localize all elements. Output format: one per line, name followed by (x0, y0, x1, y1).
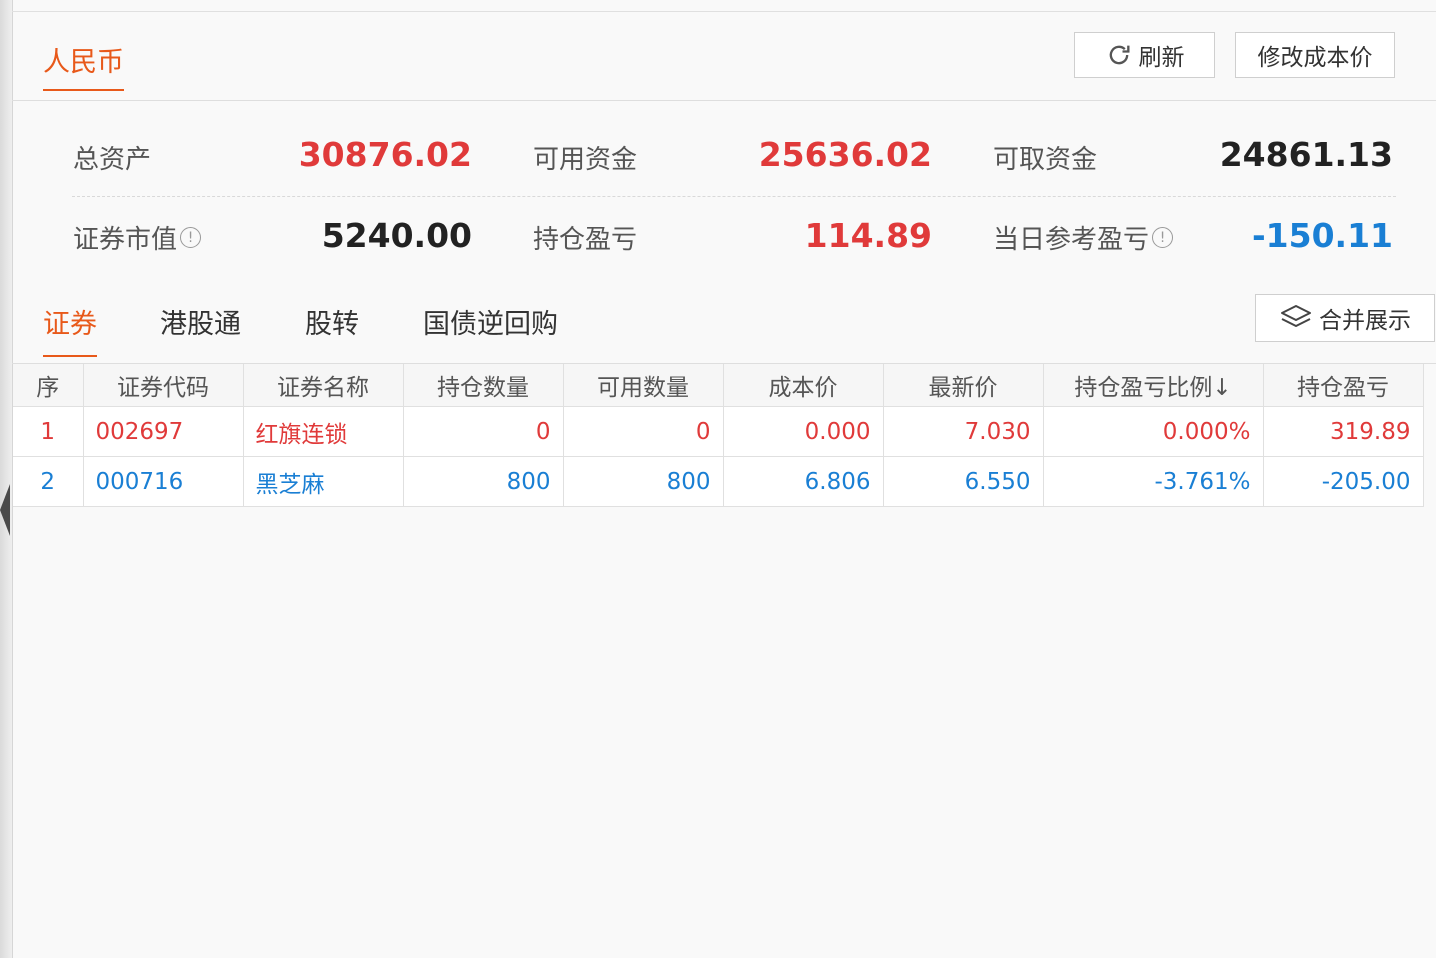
daily-pl-value: -150.11 (1251, 216, 1393, 255)
market-value-value: 5240.00 (321, 216, 472, 255)
cell-code: 002697 (83, 406, 244, 457)
daily-pl-label-text: 当日参考盈亏 (993, 225, 1150, 255)
col-header-pl[interactable]: 持仓盈亏 (1263, 364, 1424, 407)
withdrawable-funds-label: 可取资金 (993, 145, 1098, 175)
tab-securities[interactable]: 证券 (43, 302, 97, 357)
collapse-arrow-icon[interactable] (0, 484, 10, 536)
available-funds-label: 可用资金 (533, 145, 638, 175)
refresh-icon (1109, 45, 1129, 65)
refresh-label: 刷新 (1138, 45, 1185, 71)
cell-seq: 1 (13, 406, 84, 457)
position-pl-value: 114.89 (804, 216, 932, 255)
cell-pl-pct: -3.761% (1043, 456, 1264, 507)
cell-avail: 0 (563, 406, 724, 457)
cell-code: 000716 (83, 456, 244, 507)
holdings-table: 序 证券代码 证券名称 持仓数量 可用数量 成本价 最新价 持仓盈亏比例↓ 持仓… (13, 364, 1424, 507)
cell-qty: 0 (403, 406, 564, 457)
col-header-avail[interactable]: 可用数量 (563, 364, 724, 407)
total-assets-label: 总资产 (73, 145, 152, 175)
top-divider (12, 11, 1436, 12)
refresh-button[interactable]: 刷新 (1074, 32, 1215, 78)
cell-avail: 800 (563, 456, 724, 507)
col-header-code[interactable]: 证券代码 (83, 364, 244, 407)
tab-share-transfer[interactable]: 股转 (305, 302, 359, 341)
header-divider (12, 100, 1436, 101)
edit-cost-price-label: 修改成本价 (1257, 45, 1373, 71)
withdrawable-funds-value: 24861.13 (1219, 135, 1393, 174)
available-funds-value: 25636.02 (758, 135, 932, 174)
cell-last: 7.030 (883, 406, 1044, 457)
position-pl-label: 持仓盈亏 (533, 225, 638, 255)
layers-icon (1281, 305, 1311, 327)
col-header-cost[interactable]: 成本价 (723, 364, 884, 407)
tab-hk-connect[interactable]: 港股通 (160, 302, 241, 341)
cell-qty: 800 (403, 456, 564, 507)
col-header-seq[interactable]: 序 (13, 364, 84, 407)
cell-last: 6.550 (883, 456, 1044, 507)
merge-view-label: 合并展示 (1319, 308, 1411, 334)
table-row[interactable]: 1 002697 红旗连锁 0 0 0.000 7.030 0.000% 319… (13, 406, 1424, 457)
col-header-qty[interactable]: 持仓数量 (403, 364, 564, 407)
cell-seq: 2 (13, 456, 84, 507)
cell-name: 黑芝麻 (243, 456, 404, 507)
summary-divider (72, 196, 1396, 197)
tab-reverse-repo[interactable]: 国债逆回购 (423, 302, 558, 341)
cell-name: 红旗连锁 (243, 406, 404, 457)
cell-pl: 319.89 (1263, 406, 1424, 457)
market-value-label-text: 证券市值 (73, 225, 178, 255)
info-icon[interactable]: ! (180, 227, 202, 248)
col-header-pl-pct[interactable]: 持仓盈亏比例↓ (1043, 364, 1264, 407)
info-icon[interactable]: ! (1152, 227, 1174, 248)
table-header-row: 序 证券代码 证券名称 持仓数量 可用数量 成本价 最新价 持仓盈亏比例↓ 持仓… (13, 364, 1424, 407)
tab-currency-rmb[interactable]: 人民币 (43, 40, 124, 91)
daily-pl-label: 当日参考盈亏 ! (993, 219, 1174, 256)
col-header-last[interactable]: 最新价 (883, 364, 1044, 407)
sidebar-collapse-strip[interactable] (0, 0, 13, 958)
merge-view-button[interactable]: 合并展示 (1255, 294, 1435, 342)
cell-pl: -205.00 (1263, 456, 1424, 507)
col-header-name[interactable]: 证券名称 (243, 364, 404, 407)
table-row[interactable]: 2 000716 黑芝麻 800 800 6.806 6.550 -3.761%… (13, 456, 1424, 507)
total-assets-value: 30876.02 (298, 135, 472, 174)
edit-cost-price-button[interactable]: 修改成本价 (1235, 32, 1395, 78)
market-value-label: 证券市值 ! (73, 219, 202, 256)
cell-pl-pct: 0.000% (1043, 406, 1264, 457)
cell-cost: 6.806 (723, 456, 884, 507)
cell-cost: 0.000 (723, 406, 884, 457)
